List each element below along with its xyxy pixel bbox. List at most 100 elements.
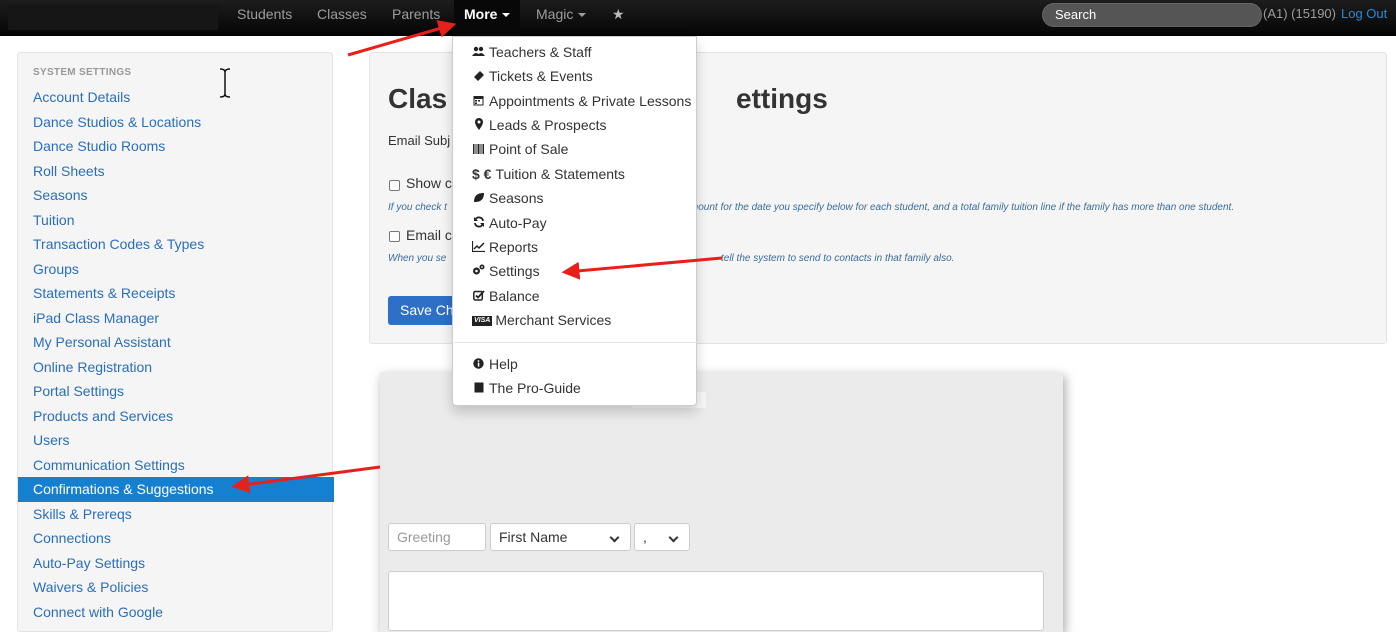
page-title: Clas — [388, 83, 448, 114]
menu-item-pro-guide[interactable]: The Pro-Guide — [472, 378, 581, 398]
menu-item-tuition[interactable]: $ € Tuition & Statements — [472, 164, 625, 184]
star-icon[interactable]: ★ — [602, 0, 635, 28]
sidebar-item-dance-studios-and-locations[interactable]: Dance Studios & Locations — [18, 110, 334, 135]
sidebar-list: Account Details Dance Studios & Locations… — [18, 85, 334, 624]
help-text-2: When you se — [388, 253, 447, 264]
menu-item-help[interactable]: Help — [472, 354, 518, 374]
show-checkbox[interactable] — [389, 180, 400, 191]
book-icon — [472, 380, 485, 400]
sidebar-item-connections[interactable]: Connections — [18, 526, 334, 551]
users-icon — [472, 44, 485, 64]
map-marker-icon — [472, 117, 485, 137]
sidebar-item-ipad-class-manager[interactable]: iPad Class Manager — [18, 306, 334, 331]
chevron-down-icon — [502, 13, 511, 18]
greeting-input[interactable]: Greeting — [388, 523, 486, 551]
sidebar-item-confirmations-and-suggestions[interactable]: Confirmations & Suggestions — [18, 477, 334, 502]
menu-item-pos[interactable]: Point of Sale — [472, 139, 568, 159]
menu-item-merchant[interactable]: VISA Merchant Services — [472, 310, 611, 330]
nav-students[interactable]: Students — [227, 0, 302, 28]
menu-item-label: Auto-Pay — [489, 215, 547, 231]
sidebar-item-auto-pay-settings[interactable]: Auto-Pay Settings — [18, 551, 334, 576]
sidebar-item-my-personal-assistant[interactable]: My Personal Assistant — [18, 330, 334, 355]
nav-classes[interactable]: Classes — [307, 0, 377, 28]
email-subject-label: Email Subj — [388, 133, 451, 148]
nav-more-label: More — [464, 6, 498, 22]
help-text-1-end: e amount for the date you specify below … — [676, 202, 1235, 213]
help-text-1: If you check t — [388, 202, 447, 213]
menu-item-label: Tickets & Events — [489, 68, 593, 84]
menu-item-label: Settings — [489, 263, 540, 279]
nav-parents[interactable]: Parents — [382, 0, 450, 28]
settings-sidebar: SYSTEM SETTINGS Account Details Dance Stu… — [17, 52, 334, 632]
page-title-end: ettings — [736, 83, 828, 114]
first-name-select-value: First Name — [499, 529, 568, 545]
menu-item-label: Reports — [489, 239, 539, 255]
nav-more[interactable]: More — [454, 0, 520, 36]
check-square-icon — [472, 288, 485, 308]
sidebar-item-skills-and-prereqs[interactable]: Skills & Prereqs — [18, 502, 334, 527]
menu-item-settings[interactable]: Settings — [472, 261, 540, 281]
cogs-icon — [472, 263, 485, 283]
menu-item-label: Merchant Services — [495, 312, 612, 328]
chevron-down-icon — [608, 524, 626, 550]
barcode-icon — [472, 141, 485, 161]
menu-item-teachers[interactable]: Teachers & Staff — [472, 42, 591, 62]
sidebar-item-seasons[interactable]: Seasons — [18, 183, 334, 208]
menu-divider — [454, 342, 697, 343]
menu-item-label: Seasons — [489, 190, 544, 206]
sidebar-item-waivers-and-policies[interactable]: Waivers & Policies — [18, 575, 334, 600]
menu-item-tickets[interactable]: Tickets & Events — [472, 66, 593, 86]
menu-item-leads[interactable]: Leads & Prospects — [472, 115, 607, 135]
calendar-icon — [472, 93, 485, 113]
menu-item-label: Point of Sale — [489, 141, 569, 157]
sidebar-item-account-details[interactable]: Account Details — [18, 85, 334, 110]
nav-magic-label: Magic — [536, 6, 574, 22]
search-input[interactable]: Search — [1042, 3, 1262, 27]
sidebar-item-groups[interactable]: Groups — [18, 257, 334, 282]
menu-item-reports[interactable]: Reports — [471, 237, 539, 257]
text-cursor-icon — [219, 68, 231, 98]
account-id: (A1) (15190) — [1263, 6, 1336, 21]
chevron-down-icon — [578, 13, 587, 18]
sidebar-item-online-registration[interactable]: Online Registration — [18, 355, 334, 380]
sidebar-item-statements-and-receipts[interactable]: Statements & Receipts — [18, 281, 334, 306]
info-circle-icon — [472, 356, 485, 376]
email-checkbox[interactable] — [389, 231, 400, 242]
menu-item-label: Tuition & Statements — [495, 166, 625, 182]
chevron-down-icon — [667, 524, 685, 550]
sidebar-item-products-and-services[interactable]: Products and Services — [18, 404, 334, 429]
leaf-icon — [472, 190, 485, 210]
more-dropdown-menu: Teachers & Staff Tickets & Events Appoin… — [452, 36, 697, 406]
first-name-select[interactable]: First Name — [490, 523, 631, 551]
sidebar-item-dance-studio-rooms[interactable]: Dance Studio Rooms — [18, 134, 334, 159]
sidebar-item-transaction-codes-and-types[interactable]: Transaction Codes & Types — [18, 232, 334, 257]
menu-item-seasons[interactable]: Seasons — [472, 188, 543, 208]
menu-item-appointments[interactable]: Appointments & Private Lessons — [472, 91, 691, 111]
ticket-icon — [472, 68, 485, 88]
message-body-textarea[interactable] — [388, 571, 1044, 631]
menu-item-label: Help — [489, 356, 518, 372]
currency-icon: $ € — [472, 166, 492, 182]
sidebar-header: SYSTEM SETTINGS — [33, 67, 132, 78]
sidebar-item-roll-sheets[interactable]: Roll Sheets — [18, 159, 334, 184]
sidebar-item-tuition[interactable]: Tuition — [18, 208, 334, 233]
help-text-2-end: tell the system to send to contacts in t… — [721, 253, 955, 264]
menu-item-balance[interactable]: Balance — [472, 286, 540, 306]
punctuation-select-value: , — [643, 529, 647, 545]
menu-item-label: Teachers & Staff — [489, 44, 592, 60]
sidebar-item-connect-with-google[interactable]: Connect with Google — [18, 600, 334, 625]
visa-card-icon: VISA — [472, 316, 493, 327]
sidebar-item-communication-settings[interactable]: Communication Settings — [18, 453, 334, 478]
menu-item-autopay[interactable]: Auto-Pay — [472, 213, 547, 233]
brand-logo[interactable] — [8, 4, 218, 30]
top-navbar: Students Classes Parents More Magic ★ Se… — [0, 0, 1396, 36]
refresh-icon — [472, 215, 485, 235]
nav-magic[interactable]: Magic — [526, 0, 596, 28]
sidebar-item-users[interactable]: Users — [18, 428, 334, 453]
punctuation-select[interactable]: , — [634, 523, 690, 551]
logout-link[interactable]: Log Out — [1341, 6, 1387, 21]
sidebar-item-portal-settings[interactable]: Portal Settings — [18, 379, 334, 404]
menu-item-label: Balance — [489, 288, 540, 304]
menu-item-label: Appointments & Private Lessons — [489, 93, 692, 109]
menu-item-label: Leads & Prospects — [489, 117, 607, 133]
